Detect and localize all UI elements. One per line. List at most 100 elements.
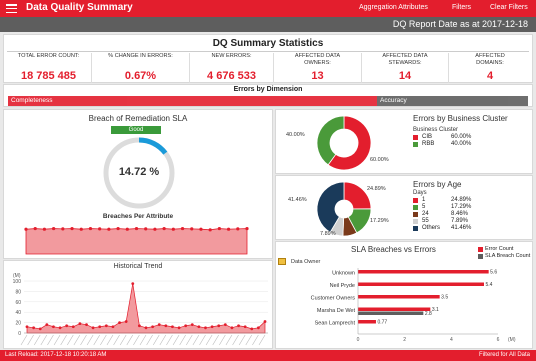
owner-label: Sean Lamprecht (315, 321, 356, 327)
x-tick-label (126, 334, 134, 346)
aggregation-attributes-link[interactable]: Aggregation Attributes (359, 4, 428, 11)
x-tick-label (20, 334, 28, 346)
top-bar: Data Quality Summary Aggregation Attribu… (0, 0, 536, 17)
error-bar (358, 282, 484, 286)
error-bar (358, 307, 431, 311)
age-legend-swatch-4 (413, 226, 418, 231)
historical-point (91, 326, 95, 330)
hamburger-menu-icon[interactable] (6, 4, 17, 14)
x-tick-label: 4 (450, 337, 453, 343)
historical-point (25, 325, 29, 329)
age-slice-label-3: 7.89% (320, 231, 336, 237)
y-tick-label: 20 (15, 321, 21, 327)
age-legend-swatch-1 (413, 205, 418, 210)
clear-filters-link[interactable]: Clear Filters (490, 4, 528, 11)
attribute-point (180, 226, 185, 231)
historical-point (177, 326, 181, 330)
attribute-area (25, 228, 248, 255)
x-unit-label: (M) (508, 337, 516, 343)
dimension-bar-0[interactable]: Completeness (8, 96, 377, 106)
historical-point (98, 325, 102, 329)
historical-point (104, 324, 108, 328)
historical-point (32, 326, 36, 330)
legend-swatch-breach (478, 254, 483, 259)
attribute-point (217, 226, 221, 231)
x-tick-label (179, 334, 186, 346)
attribute-point (61, 227, 65, 231)
historical-point (250, 327, 254, 331)
x-tick-label (199, 334, 206, 346)
business-cluster-title: Errors by Business Cluster (413, 114, 508, 123)
age-legend-swatch-2 (413, 212, 418, 217)
business-cluster-donut: 60.00% 40.00% (286, 115, 389, 171)
legend-pct-cib: 60.00% (451, 134, 472, 140)
x-tick-label (238, 334, 246, 346)
historical-point (230, 326, 234, 330)
legend-swatch-cib (413, 135, 418, 140)
historical-point (263, 320, 267, 323)
x-tick-label (139, 334, 147, 346)
business-cluster-panel: 60.00% 40.00% Errors by Business Cluster … (275, 109, 533, 174)
attribute-point (116, 226, 120, 231)
y-tick-label: 100 (13, 279, 22, 285)
x-tick-label (73, 334, 81, 346)
error-bar (358, 320, 376, 324)
x-tick-label (152, 334, 160, 346)
historical-point (157, 323, 161, 327)
x-tick-label (93, 334, 100, 346)
historical-point (223, 323, 227, 327)
y-tick-label: 0 (18, 331, 21, 337)
historical-point (256, 326, 260, 330)
folder-icon[interactable] (278, 258, 286, 265)
sla-status-badge: Good (111, 126, 161, 134)
x-tick-label (80, 334, 87, 346)
age-slice-label-4: 41.46% (288, 197, 307, 203)
x-tick-label (113, 334, 120, 346)
y-tick-label: 60 (15, 300, 21, 306)
historical-trend-panel: Historical Trend (M) 100 80 60 40 20 0 (3, 260, 273, 349)
x-tick-label (186, 334, 193, 346)
attribute-point (33, 226, 37, 231)
sla-title: Breach of Remediation SLA (88, 114, 188, 123)
x-tick-label (33, 334, 41, 346)
historical-point (243, 325, 247, 329)
historical-point (45, 323, 49, 327)
legend-name-rbb: RBB (422, 141, 435, 147)
age-slice-label-0: 24.89% (367, 186, 386, 192)
attribute-point (226, 227, 231, 231)
legend-swatch-rbb (413, 142, 418, 147)
attribute-point (190, 227, 194, 231)
filters-link[interactable]: Filters (452, 4, 471, 11)
historical-point (237, 324, 240, 328)
owner-label: Marsha De Wet (317, 308, 356, 314)
x-tick-label (133, 334, 140, 346)
age-legend-pct-4: 41.46% (451, 225, 472, 231)
attribute-point (171, 227, 175, 231)
attribute-point (245, 226, 249, 231)
x-tick-label (219, 334, 226, 346)
kpi-affected-domains: AFFECTED DOMAINS: 4 (475, 53, 505, 82)
legend-name-cib: CIB (422, 134, 433, 140)
error-bar (358, 270, 489, 274)
age-legend-name-0: 1 (422, 197, 426, 203)
sla-breaches-panel: SLA Breaches vs Errors Data Owner Error … (275, 241, 533, 349)
x-tick-label (119, 334, 127, 346)
dimension-bar-1[interactable]: Accuracy (377, 96, 528, 106)
gauge-value: 14.72 % (118, 166, 160, 178)
attribute-point (144, 227, 148, 231)
historical-point (204, 326, 207, 330)
attribute-point (125, 227, 129, 231)
attribute-point (236, 227, 240, 231)
legend-sla-breach-count: SLA Breach Count (485, 253, 531, 259)
historical-point (144, 326, 148, 330)
age-legend-swatch-0 (413, 198, 418, 203)
legend-swatch-error (478, 247, 483, 252)
kpi-total-error-count: TOTAL ERROR COUNT: 18 785 485 (6, 53, 92, 83)
business-cluster-legend-title: Business Cluster (413, 127, 459, 133)
kpi-change-in-errors: % CHANGE IN ERRORS: 0.67% (92, 53, 190, 83)
historical-point (217, 324, 221, 328)
attribute-point (134, 226, 139, 231)
x-tick-label (100, 334, 107, 346)
historical-point (131, 282, 135, 285)
age-slice-label-1: 17.29% (370, 218, 389, 224)
